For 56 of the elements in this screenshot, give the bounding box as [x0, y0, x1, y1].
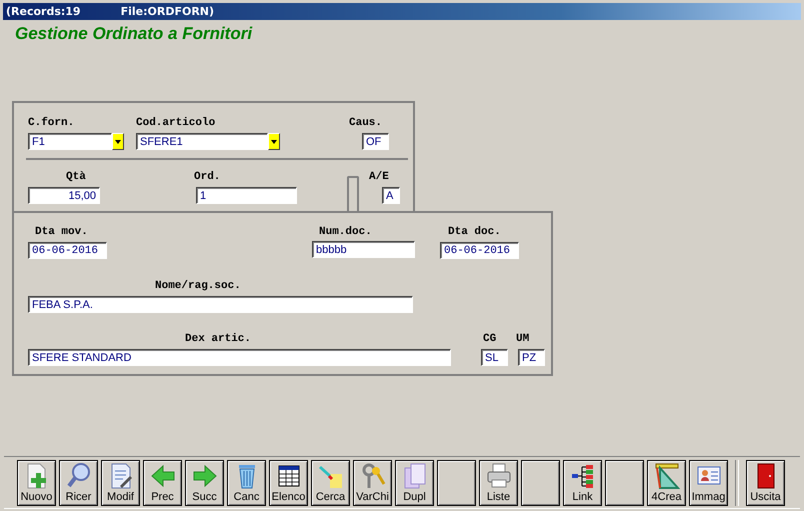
dropdown-button[interactable]: [112, 133, 124, 150]
printer-icon: [486, 462, 512, 490]
input-field[interactable]: SFERE STANDARD: [28, 349, 451, 366]
input-field[interactable]: bbbbb: [312, 241, 415, 258]
caret-icon: [115, 140, 121, 144]
field-label: A/E: [369, 171, 389, 183]
toolbar-button[interactable]: Uscita: [746, 460, 785, 506]
toolbar-button[interactable]: Ricer: [59, 460, 98, 506]
input-field[interactable]: A: [382, 187, 400, 204]
field-label: Dta mov.: [35, 226, 88, 238]
toolbar-button[interactable]: Cerca: [311, 460, 350, 506]
empty-toolbar-button[interactable]: [437, 460, 476, 506]
caret-icon: [271, 140, 277, 144]
toolbar-button[interactable]: Nuovo: [17, 460, 56, 506]
input-field[interactable]: PZ: [518, 349, 545, 366]
input-field[interactable]: OF: [362, 133, 389, 150]
toolbar-button[interactable]: Link: [563, 460, 602, 506]
toolbar-button[interactable]: Dupl: [395, 460, 434, 506]
input-field[interactable]: FEBA S.P.A.: [28, 296, 413, 313]
ruler-triangle-icon: [654, 462, 680, 490]
toolbar-button[interactable]: Canc: [227, 460, 266, 506]
field-label: Qtà: [66, 171, 86, 183]
input-field[interactable]: 1: [196, 187, 297, 204]
field-label: Cod.articolo: [136, 117, 216, 129]
toolbar-button[interactable]: Succ: [185, 460, 224, 506]
field-label: CG: [483, 333, 496, 345]
toolbar-button[interactable]: 4Crea: [647, 460, 686, 506]
input-field[interactable]: SL: [481, 349, 508, 366]
input-field[interactable]: 15,00: [28, 187, 100, 204]
field-label: Dta doc.: [448, 226, 501, 238]
combo-field[interactable]: F1: [28, 133, 112, 150]
field-label: Dex artic.: [185, 333, 252, 345]
toolbar-button[interactable]: Modif: [101, 460, 140, 506]
toolbar-button[interactable]: VarChi: [353, 460, 392, 506]
search-icon: [66, 462, 92, 490]
duplicate-pages-icon: [402, 462, 428, 490]
toolbar-button[interactable]: Liste: [479, 460, 518, 506]
field-label: UM: [516, 333, 530, 345]
records-count: (Records:19: [6, 5, 81, 18]
field-label: Num.doc.: [319, 226, 372, 238]
combo-field[interactable]: SFERE1: [136, 133, 268, 150]
empty-toolbar-button[interactable]: [521, 460, 560, 506]
field-label: Ord.: [194, 171, 220, 183]
form-title: Gestione Ordinato a Fornitori: [15, 24, 254, 44]
toolbar-button[interactable]: Prec: [143, 460, 182, 506]
dropdown-button[interactable]: [268, 133, 280, 150]
field-label: C.forn.: [28, 117, 74, 129]
input-field[interactable]: 06-06-2016: [28, 242, 107, 259]
file-name: File:ORDFORN): [120, 5, 214, 18]
field-label: Caus.: [349, 117, 382, 129]
keys-icon: [360, 462, 386, 490]
empty-toolbar-button[interactable]: [605, 460, 644, 506]
toolbar-button[interactable]: Immag: [689, 460, 728, 506]
input-field[interactable]: 06-06-2016: [440, 242, 519, 259]
field-label: Nome/rag.soc.: [155, 280, 241, 292]
toolbar-button[interactable]: Elenco: [269, 460, 308, 506]
